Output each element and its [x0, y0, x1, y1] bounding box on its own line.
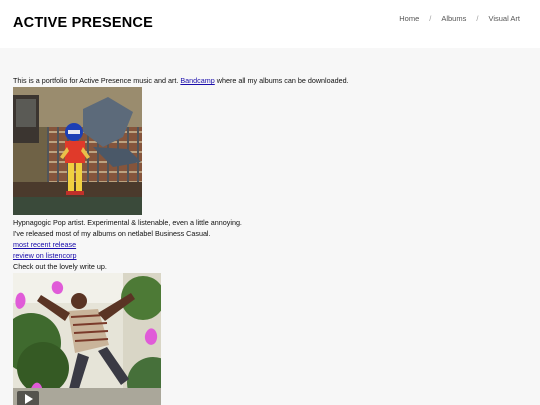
recent-release-link[interactable]: most recent release	[13, 240, 76, 249]
photo-child-costume	[13, 87, 142, 215]
nav-separator: /	[476, 14, 479, 23]
main-content: This is a portfolio for Active Presence …	[13, 75, 533, 405]
site-header: ACTIVE PRESENCE Home / Albums / Visual A…	[0, 0, 540, 48]
intro-text-end: where all my albums can be downloaded.	[214, 76, 349, 85]
bio-line-2: I've released most of my albums on netla…	[13, 229, 211, 238]
bio-line-3: Check out the lovely write up.	[13, 262, 107, 271]
photo-dancing-man	[13, 273, 161, 405]
nav-albums[interactable]: Albums	[441, 14, 466, 23]
play-icon	[17, 391, 39, 405]
main-nav: Home / Albums / Visual Art	[399, 14, 520, 23]
site-title[interactable]: ACTIVE PRESENCE	[13, 15, 153, 31]
nav-visual-art[interactable]: Visual Art	[488, 14, 520, 23]
review-link[interactable]: review on listencorp	[13, 251, 77, 260]
intro-text: This is a portfolio for Active Presence …	[13, 76, 181, 85]
bandcamp-link[interactable]: Bandcamp	[180, 76, 214, 85]
bio-line-1: Hypnagogic Pop artist. Experimental & li…	[13, 218, 242, 227]
intro-paragraph: This is a portfolio for Active Presence …	[13, 75, 533, 86]
nav-home[interactable]: Home	[399, 14, 419, 23]
nav-separator: /	[429, 14, 432, 23]
